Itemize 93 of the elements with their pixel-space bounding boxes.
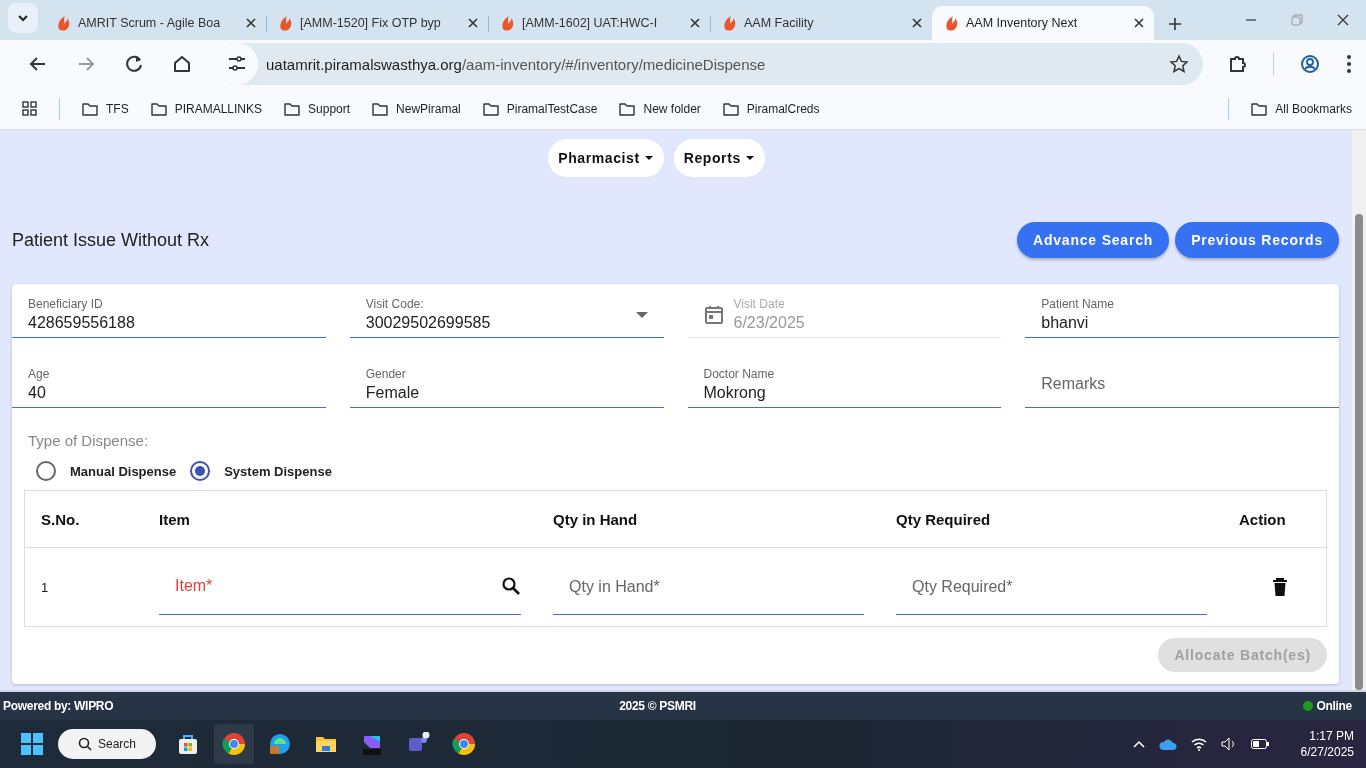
store-bag-icon[interactable] [176,732,200,756]
close-icon[interactable] [1132,16,1146,30]
flame-icon [722,15,738,31]
flame-icon [278,15,294,31]
scrollbar[interactable] [1352,130,1366,690]
column-header: Qty Required [880,490,1223,548]
chrome-icon[interactable] [452,732,476,756]
table-cell: 1 [24,547,143,627]
tab-search-button[interactable] [8,2,38,33]
folder-icon [482,100,499,117]
select-field[interactable]: Visit Code: 30029502699585 [349,290,664,338]
close-icon[interactable] [688,16,702,30]
start-icon[interactable] [20,732,44,756]
qty-in-hand-field[interactable]: Qty in Hand* [553,559,864,615]
speaker-icon[interactable] [1220,737,1237,751]
action-button[interactable]: Previous Records [1175,222,1339,258]
text-field[interactable]: Age 40 [12,360,326,408]
nav-menu-button[interactable]: Pharmacist [548,139,664,177]
cloud-icon[interactable] [1158,738,1177,750]
browser-tab[interactable]: AAM Facility [710,6,932,40]
dropdown-arrow-icon [635,311,648,318]
flame-icon [500,15,516,31]
footer-text: 2025 © PSMRI [618,699,697,713]
nav-menu-button[interactable]: Reports [673,139,765,177]
taskbar-search[interactable]: Search [58,729,156,759]
folder-icon [722,100,739,117]
remarks-field[interactable]: Remarks [1025,360,1339,408]
browser-tab[interactable]: [AMM-1520] Fix OTP byp [266,6,488,40]
profile-icon[interactable] [1300,54,1320,74]
flame-icon [944,15,960,31]
apps-grid-icon[interactable] [22,101,37,116]
column-header: Action [1223,490,1327,548]
chrome-icon[interactable] [222,732,246,756]
trash-icon[interactable] [1273,578,1287,596]
bookmark[interactable]: TFS [82,100,129,117]
field-label: Type of Dispense: [28,432,150,449]
folder-icon [82,100,98,117]
browser-tab[interactable]: AAM Inventory Next [932,6,1154,40]
folder-icon [284,100,301,117]
status-dot-icon [1303,701,1314,711]
radio-button[interactable] [36,461,56,481]
site-settings-icon[interactable] [227,54,247,74]
url-text: uatamrit.piramalswasthya.org/aam-inventory/#/inventory/medicineDispense [266,55,767,73]
radio-label[interactable]: System Dispense [224,463,332,479]
column-header: Qty in Hand [537,490,880,548]
search-icon [78,737,92,751]
reload-icon[interactable] [124,54,144,74]
star-icon[interactable] [1169,54,1189,74]
folder-icon [1251,100,1268,117]
close-icon[interactable] [910,16,924,30]
status-text: Online [1316,699,1352,713]
action-button[interactable]: Advance Search [1017,222,1170,258]
footer-text: Powered by: WIPRO [3,699,115,713]
bookmark[interactable]: PIRAMALLINKS [150,100,263,117]
wifi-icon[interactable] [1190,737,1207,751]
battery-icon[interactable] [1250,739,1269,749]
bookmark[interactable]: New folder [619,100,701,117]
text-field[interactable]: Doctor Name Mokrong [687,360,1002,408]
column-header: Item [143,490,537,548]
flame-icon [56,15,72,31]
new-tab-icon[interactable] [1168,17,1182,31]
bookmark[interactable]: PiramalCreds [722,100,820,117]
folder-icon [619,100,636,117]
search-icon[interactable] [501,575,521,596]
address-bar[interactable]: uatamrit.piramalswasthya.org/aam-inventory/#/inventory/medicineDispense [216,43,1203,85]
puzzle-icon[interactable] [1227,54,1247,74]
browser-tab[interactable]: AMRIT Scrum - Agile Boa [44,6,266,40]
bookmark[interactable]: NewPiramal [372,100,461,117]
qty-required-field[interactable]: Qty Required* [896,559,1207,615]
close-icon[interactable] [1337,14,1349,26]
menu-icon[interactable] [1346,54,1352,74]
folder-icon [372,100,389,117]
text-field[interactable]: Patient Name bhanvi [1025,290,1339,338]
browser-tab[interactable]: [AMM-1602] UAT:HWC-I [488,6,710,40]
caret-icon [643,153,654,163]
column-header: S.No. [24,490,143,548]
text-field[interactable]: Gender Female [349,360,664,408]
item-field[interactable]: Item* [159,557,501,614]
bookmark[interactable]: Support [284,100,351,117]
bookmark[interactable]: PiramalTestCase [482,100,598,117]
bookmark[interactable]: All Bookmarks [1251,100,1352,117]
clock-date: 6/27/2025 [1300,744,1354,760]
page-title: Patient Issue Without Rx [12,229,211,251]
radio-label[interactable]: Manual Dispense [70,463,177,479]
close-icon[interactable] [244,16,258,30]
chevron-up-icon[interactable] [1132,740,1145,748]
folder-icon [150,100,167,117]
text-field[interactable]: Beneficiary ID 428659556188 [12,290,326,338]
home-icon[interactable] [172,54,192,74]
clock-time: 1:17 PM [1309,728,1354,744]
radio-button[interactable] [190,461,211,481]
caret-icon [744,153,755,163]
close-icon[interactable] [466,16,480,30]
